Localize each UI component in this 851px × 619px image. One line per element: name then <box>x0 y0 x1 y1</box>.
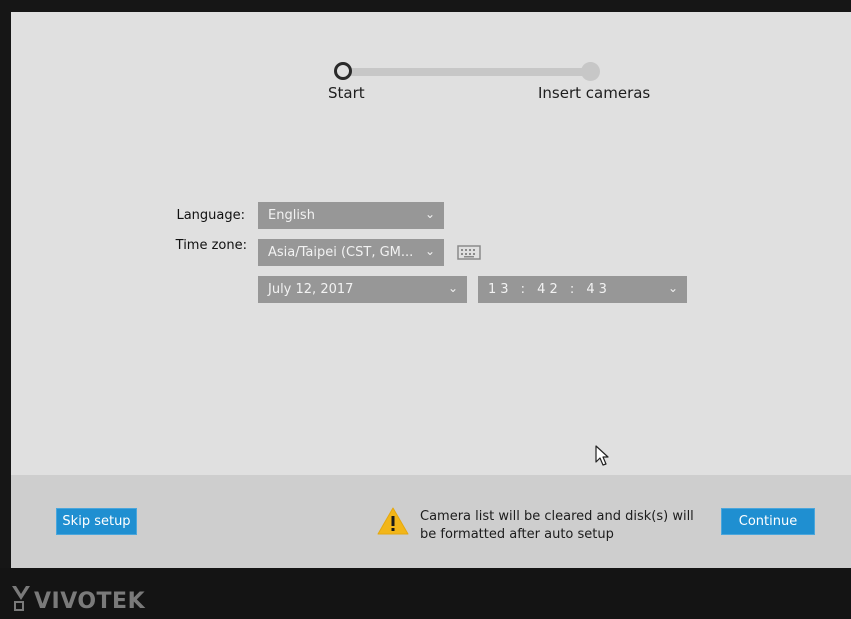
cursor-icon <box>595 445 609 466</box>
timezone-label: Time zone: <box>175 238 247 253</box>
keyboard-icon[interactable] <box>457 243 481 261</box>
date-select[interactable]: July 12, 2017 ⌄ <box>258 276 467 303</box>
timezone-value: Asia/Taipei (CST, GM... <box>268 245 414 260</box>
language-value: English <box>268 208 315 223</box>
brand-logo: VIVOTEK <box>8 582 145 614</box>
step-start-indicator <box>334 62 352 80</box>
time-value: 13 : 42 : 43 <box>488 282 611 297</box>
window-frame-left <box>0 0 11 619</box>
chevron-down-icon: ⌄ <box>424 207 435 221</box>
step-start-label: Start <box>328 84 365 102</box>
timezone-select[interactable]: Asia/Taipei (CST, GM... ⌄ <box>258 239 444 266</box>
time-select[interactable]: 13 : 42 : 43 ⌄ <box>478 276 687 303</box>
logo-icon <box>12 586 30 611</box>
brand-name: VIVOTEK <box>34 588 146 614</box>
language-select[interactable]: English ⌄ <box>258 202 444 229</box>
chevron-down-icon: ⌄ <box>447 281 458 295</box>
progress-track <box>343 68 591 76</box>
warning-message: Camera list will be cleared and disk(s) … <box>420 509 694 542</box>
date-value: July 12, 2017 <box>268 282 354 297</box>
skip-setup-button[interactable]: Skip setup <box>56 508 137 535</box>
window-frame-top <box>0 0 851 12</box>
step-insert-cameras-label: Insert cameras <box>538 84 651 102</box>
continue-button[interactable]: Continue <box>721 508 815 535</box>
chevron-down-icon: ⌄ <box>424 244 435 258</box>
chevron-down-icon: ⌄ <box>667 281 678 295</box>
step-insert-cameras-indicator <box>581 62 600 81</box>
warning-icon <box>377 507 409 535</box>
language-label: Language: <box>176 208 245 223</box>
